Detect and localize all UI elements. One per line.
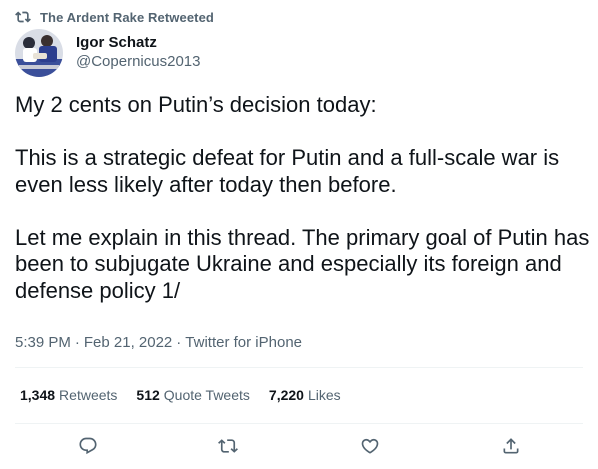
likes-count: 7,220 bbox=[268, 387, 304, 403]
tweet-date[interactable]: Feb 21, 2022 bbox=[84, 334, 172, 351]
retweet-icon bbox=[218, 439, 238, 453]
retweets-count: 1,348 bbox=[20, 387, 56, 403]
likes-stat[interactable]: 7,220 Likes bbox=[269, 387, 341, 403]
tweet-paragraph: This is a strategic defeat for Putin and… bbox=[15, 145, 560, 197]
quote-tweets-label: Quote Tweets bbox=[163, 387, 250, 403]
meta-separator: · bbox=[74, 334, 80, 351]
share-button[interactable] bbox=[500, 435, 522, 457]
share-icon bbox=[503, 438, 519, 454]
tweet-author: Igor Schatz @Copernicus2013 bbox=[15, 29, 200, 77]
author-handle[interactable]: @Copernicus2013 bbox=[76, 52, 200, 71]
tweet-paragraph: My 2 cents on Putin’s decision today: bbox=[15, 92, 377, 117]
likes-label: Likes bbox=[307, 387, 341, 403]
tweet-stats: 1,348 Retweets 512 Quote Tweets 7,220 Li… bbox=[20, 387, 341, 403]
retweet-icon bbox=[15, 9, 31, 25]
retweets-stat[interactable]: 1,348 Retweets bbox=[20, 387, 117, 403]
tweet-paragraph: Let me explain in this thread. The prima… bbox=[15, 224, 590, 303]
meta-separator: · bbox=[176, 334, 182, 351]
divider bbox=[15, 367, 583, 368]
tweet-text: My 2 cents on Putin’s decision today: Th… bbox=[15, 92, 590, 304]
divider bbox=[15, 423, 583, 424]
retweet-button[interactable] bbox=[217, 435, 239, 457]
tweet-time[interactable]: 5:39 PM bbox=[15, 334, 71, 351]
author-names: Igor Schatz @Copernicus2013 bbox=[76, 34, 200, 71]
author-display-name[interactable]: Igor Schatz bbox=[76, 34, 200, 52]
reply-icon bbox=[79, 437, 97, 455]
quote-tweets-count: 512 bbox=[136, 387, 160, 403]
avatar[interactable] bbox=[15, 29, 63, 77]
retweet-banner[interactable]: The Ardent Rake Retweeted bbox=[15, 8, 214, 26]
heart-icon bbox=[361, 438, 379, 454]
like-button[interactable] bbox=[359, 435, 381, 457]
tweet-source[interactable]: Twitter for iPhone bbox=[185, 334, 302, 351]
retweet-banner-text[interactable]: The Ardent Rake Retweeted bbox=[40, 10, 214, 25]
tweet-meta: 5:39 PM · Feb 21, 2022 · Twitter for iPh… bbox=[15, 334, 302, 351]
tweet-actions bbox=[0, 430, 598, 466]
quote-tweets-stat[interactable]: 512 Quote Tweets bbox=[136, 387, 250, 403]
reply-button[interactable] bbox=[77, 435, 99, 457]
retweets-label: Retweets bbox=[59, 387, 118, 403]
